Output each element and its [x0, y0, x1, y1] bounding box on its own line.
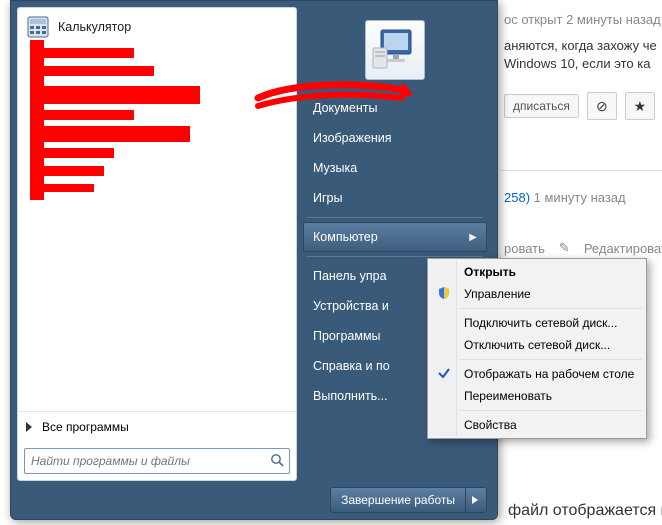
check-icon	[435, 366, 453, 383]
comment-link[interactable]: ровать	[504, 241, 545, 256]
context-item-label: Отображать на рабочем столе	[464, 367, 634, 381]
context-item[interactable]: Свойства	[430, 414, 644, 436]
redaction-mark	[44, 48, 134, 58]
context-item[interactable]: Управление	[430, 283, 644, 305]
all-programs[interactable]: Все программы	[18, 411, 296, 442]
right-item-компьютер[interactable]: Компьютер ▶	[303, 222, 487, 252]
right-item-документы[interactable]: Документы	[303, 93, 487, 123]
right-item-label: Игры	[313, 191, 342, 205]
context-item-label: Подключить сетевой диск...	[464, 316, 617, 330]
redaction-mark	[44, 110, 134, 120]
right-item-label: Программы	[313, 329, 381, 343]
context-item-label: Открыть	[464, 265, 516, 279]
answer-time: 1 минуту назад	[534, 190, 626, 205]
user-rep[interactable]: 258)	[504, 190, 530, 205]
answer-meta: 258) 1 минуту назад	[504, 190, 626, 205]
page-snippet: файл отображается к	[508, 502, 662, 520]
context-item-label: Отключить сетевой диск...	[464, 338, 610, 352]
right-item-музыка[interactable]: Музыка	[303, 153, 487, 183]
question-body-line: Windows 10, если это ка	[504, 56, 650, 71]
right-item-label: Выполнить...	[313, 389, 388, 403]
shutdown-options-arrow[interactable]	[465, 488, 486, 512]
chevron-right-icon: ▶	[469, 232, 477, 243]
calculator-icon	[26, 15, 50, 39]
redaction-mark	[44, 66, 154, 76]
search-icon	[265, 453, 289, 470]
forbid-icon[interactable]: ⊘	[587, 92, 617, 120]
redaction-mark	[44, 166, 104, 176]
right-item-изображения[interactable]: Изображения	[303, 123, 487, 153]
right-item-label: Изображения	[313, 131, 392, 145]
menu-separator	[307, 256, 483, 257]
right-item-label: Справка и по	[313, 359, 390, 373]
chevron-right-icon	[26, 422, 32, 432]
right-item-label: Документы	[313, 101, 377, 115]
pencil-icon: ✎	[559, 240, 570, 256]
search-input[interactable]	[25, 454, 265, 468]
context-item[interactable]: Открыть	[430, 261, 644, 283]
context-menu: Открыть Управление Подключить сетевой диск…	[427, 258, 647, 439]
search-container	[18, 442, 296, 480]
shutdown-button[interactable]: Завершение работы	[330, 487, 487, 513]
menu-separator	[307, 217, 483, 218]
shutdown-label: Завершение работы	[331, 488, 465, 512]
star-icon[interactable]: ★	[625, 92, 655, 120]
question-body-line: аняются, когда захожу че	[504, 38, 657, 53]
context-item[interactable]: Подключить сетевой диск...	[430, 312, 644, 334]
start-menu: Калькулятор Все программы	[10, 0, 498, 520]
question-asked-time: ос открыт 2 минуты назад	[504, 12, 661, 27]
redaction-mark	[30, 126, 190, 142]
search-box[interactable]	[24, 448, 290, 474]
edit-link[interactable]: Редактировать	[584, 241, 662, 256]
context-item-label: Свойства	[464, 418, 517, 432]
context-item-label: Управление	[464, 287, 531, 301]
start-left-pane: Калькулятор Все программы	[17, 7, 297, 481]
context-separator	[460, 410, 642, 411]
context-separator	[460, 359, 642, 360]
context-item-label: Переименовать	[464, 389, 552, 403]
right-item-label: Панель упра	[313, 269, 387, 283]
user-picture-frame[interactable]	[303, 7, 487, 93]
right-item-label: Устройства и	[313, 299, 389, 313]
right-item-игры[interactable]: Игры	[303, 183, 487, 213]
program-label: Калькулятор	[58, 20, 131, 34]
divider	[500, 170, 662, 171]
shield-icon	[435, 286, 453, 303]
redaction-mark	[44, 184, 94, 192]
redaction-mark	[44, 148, 114, 158]
redaction-mark	[30, 86, 200, 104]
right-item-label: Музыка	[313, 161, 357, 175]
all-programs-label: Все программы	[42, 420, 129, 434]
context-item[interactable]: Отображать на рабочем столе	[430, 363, 644, 385]
redaction-mark	[30, 40, 44, 200]
program-item-calculator[interactable]: Калькулятор	[20, 12, 294, 42]
recent-programs-list: Калькулятор	[18, 8, 296, 411]
subscribe-button[interactable]: дписаться	[504, 94, 579, 118]
right-item-label: Компьютер	[313, 230, 378, 244]
context-item[interactable]: Отключить сетевой диск...	[430, 334, 644, 356]
context-item[interactable]: Переименовать	[430, 385, 644, 407]
context-separator	[460, 308, 642, 309]
computer-icon	[371, 28, 419, 72]
